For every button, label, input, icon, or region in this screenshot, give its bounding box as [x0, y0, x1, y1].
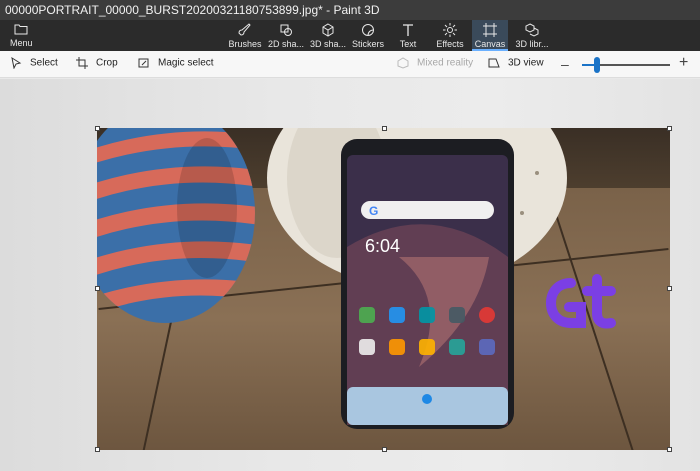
magic-select-button[interactable]: Magic select	[138, 57, 214, 72]
effects-icon	[443, 23, 457, 37]
magic-select-icon	[138, 58, 149, 68]
folder-icon	[14, 24, 28, 35]
cursor-icon	[11, 57, 22, 69]
title-bar: 00000PORTRAIT_00000_BURST202003211807538…	[0, 0, 700, 20]
watermark-logo	[545, 274, 616, 329]
zoom-slider-thumb[interactable]	[593, 57, 600, 73]
sticker-icon	[362, 24, 374, 36]
tool-2d-shapes[interactable]: 2D sha...	[266, 20, 306, 51]
menu-label: Menu	[10, 38, 33, 48]
svg-text:G: G	[369, 204, 378, 218]
tool-stickers-label: Stickers	[351, 39, 384, 49]
resize-handle-top-left[interactable]	[95, 126, 100, 131]
main-toolbar: Menu Brushes 2D sha... 3D sha... Sticker…	[0, 20, 700, 51]
resize-handle-left[interactable]	[95, 286, 100, 291]
select-label: Select	[30, 57, 58, 69]
tool-3d-shapes[interactable]: 3D sha...	[308, 20, 348, 51]
tool-3d-library[interactable]: 3D libr...	[513, 20, 551, 51]
striped-vase	[97, 128, 255, 323]
tool-2d-shapes-label: 2D sha...	[267, 39, 305, 49]
tool-brushes-label: Brushes	[228, 39, 262, 49]
crop-icon	[76, 57, 88, 69]
resize-handle-top[interactable]	[382, 126, 387, 131]
3d-shapes-icon	[322, 23, 334, 37]
brush-icon	[238, 23, 251, 36]
zoom-out-button[interactable]: –	[561, 56, 569, 72]
resize-handle-bottom[interactable]	[382, 447, 387, 452]
resize-handle-bottom-left[interactable]	[95, 447, 100, 452]
mixed-reality-button[interactable]: Mixed reality	[397, 57, 473, 72]
resize-handle-top-right[interactable]	[667, 126, 672, 131]
tool-text-label: Text	[399, 39, 417, 49]
tool-canvas[interactable]: Canvas	[472, 20, 508, 51]
tool-effects[interactable]: Effects	[434, 20, 466, 51]
3d-view-label: 3D view	[508, 57, 544, 69]
2d-shapes-icon	[280, 24, 292, 36]
resize-handle-right[interactable]	[667, 286, 672, 291]
select-button[interactable]: Select	[10, 57, 58, 72]
zoom-in-button[interactable]: +	[679, 54, 688, 72]
mixed-reality-icon	[397, 57, 409, 69]
resize-handle-bottom-right[interactable]	[667, 447, 672, 452]
tool-stickers[interactable]: Stickers	[351, 20, 385, 51]
3d-view-button[interactable]: 3D view	[488, 57, 544, 72]
tool-3d-shapes-label: 3D sha...	[309, 39, 347, 49]
mixed-reality-label: Mixed reality	[417, 57, 474, 69]
crop-button[interactable]: Crop	[76, 57, 118, 72]
3d-library-icon	[525, 23, 539, 37]
canvas-sub-toolbar: Select Crop Magic select Mixed reality 3…	[0, 51, 700, 78]
canvas-icon	[483, 23, 497, 37]
smartphone: G 6:04	[341, 139, 514, 429]
3d-view-icon	[488, 58, 500, 68]
crop-label: Crop	[96, 57, 118, 69]
tool-effects-label: Effects	[436, 39, 464, 49]
canvas-image[interactable]: G 6:04	[97, 128, 670, 450]
tool-brushes[interactable]: Brushes	[227, 20, 263, 51]
magic-select-label: Magic select	[158, 57, 214, 69]
tool-3d-library-label: 3D libr...	[515, 39, 549, 49]
window-title: 00000PORTRAIT_00000_BURST202003211807538…	[5, 3, 380, 17]
text-icon	[403, 24, 413, 36]
tool-text[interactable]: Text	[395, 20, 421, 51]
menu-button[interactable]: Menu	[4, 20, 38, 51]
svg-text:6:04: 6:04	[365, 236, 400, 256]
tool-canvas-label: Canvas	[474, 39, 506, 49]
